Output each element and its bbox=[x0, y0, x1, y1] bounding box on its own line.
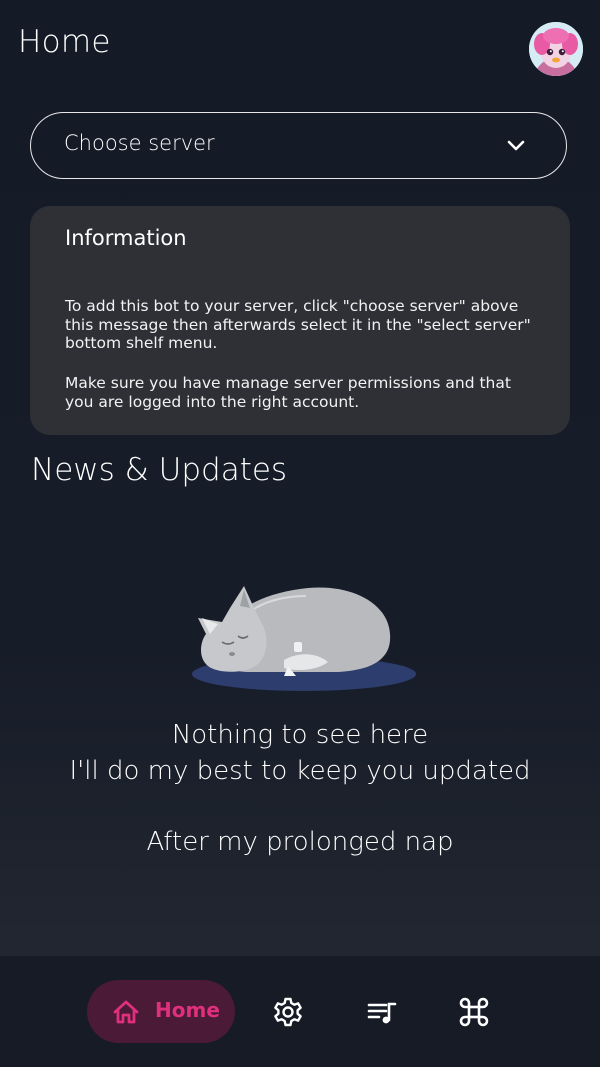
gear-icon[interactable] bbox=[272, 996, 304, 1028]
user-avatar-icon[interactable] bbox=[529, 22, 583, 76]
information-title: Information bbox=[65, 226, 187, 250]
sleeping-cat-icon bbox=[188, 578, 420, 698]
nav-home-button[interactable]: Home bbox=[87, 980, 235, 1043]
empty-state-line: After my prolonged nap bbox=[146, 827, 454, 857]
chevron-down-icon bbox=[506, 136, 526, 156]
bottom-navigation: Home bbox=[0, 956, 600, 1067]
empty-state-line: I'll do my best to keep you updated bbox=[69, 756, 531, 786]
home-icon bbox=[112, 999, 140, 1025]
choose-server-label: Choose server bbox=[64, 131, 215, 155]
music-queue-icon[interactable] bbox=[366, 996, 398, 1028]
command-icon[interactable] bbox=[458, 996, 490, 1028]
nav-home-label: Home bbox=[155, 998, 220, 1022]
empty-state-line: Nothing to see here bbox=[171, 720, 429, 750]
information-card: Information To add this bot to your serv… bbox=[30, 206, 570, 435]
news-section-title: News & Updates bbox=[31, 452, 288, 488]
information-paragraph: To add this bot to your server, click "c… bbox=[65, 297, 531, 352]
choose-server-dropdown[interactable]: Choose server bbox=[30, 112, 567, 179]
information-paragraph: Make sure you have manage server permiss… bbox=[65, 374, 511, 411]
page-title: Home bbox=[18, 24, 111, 60]
